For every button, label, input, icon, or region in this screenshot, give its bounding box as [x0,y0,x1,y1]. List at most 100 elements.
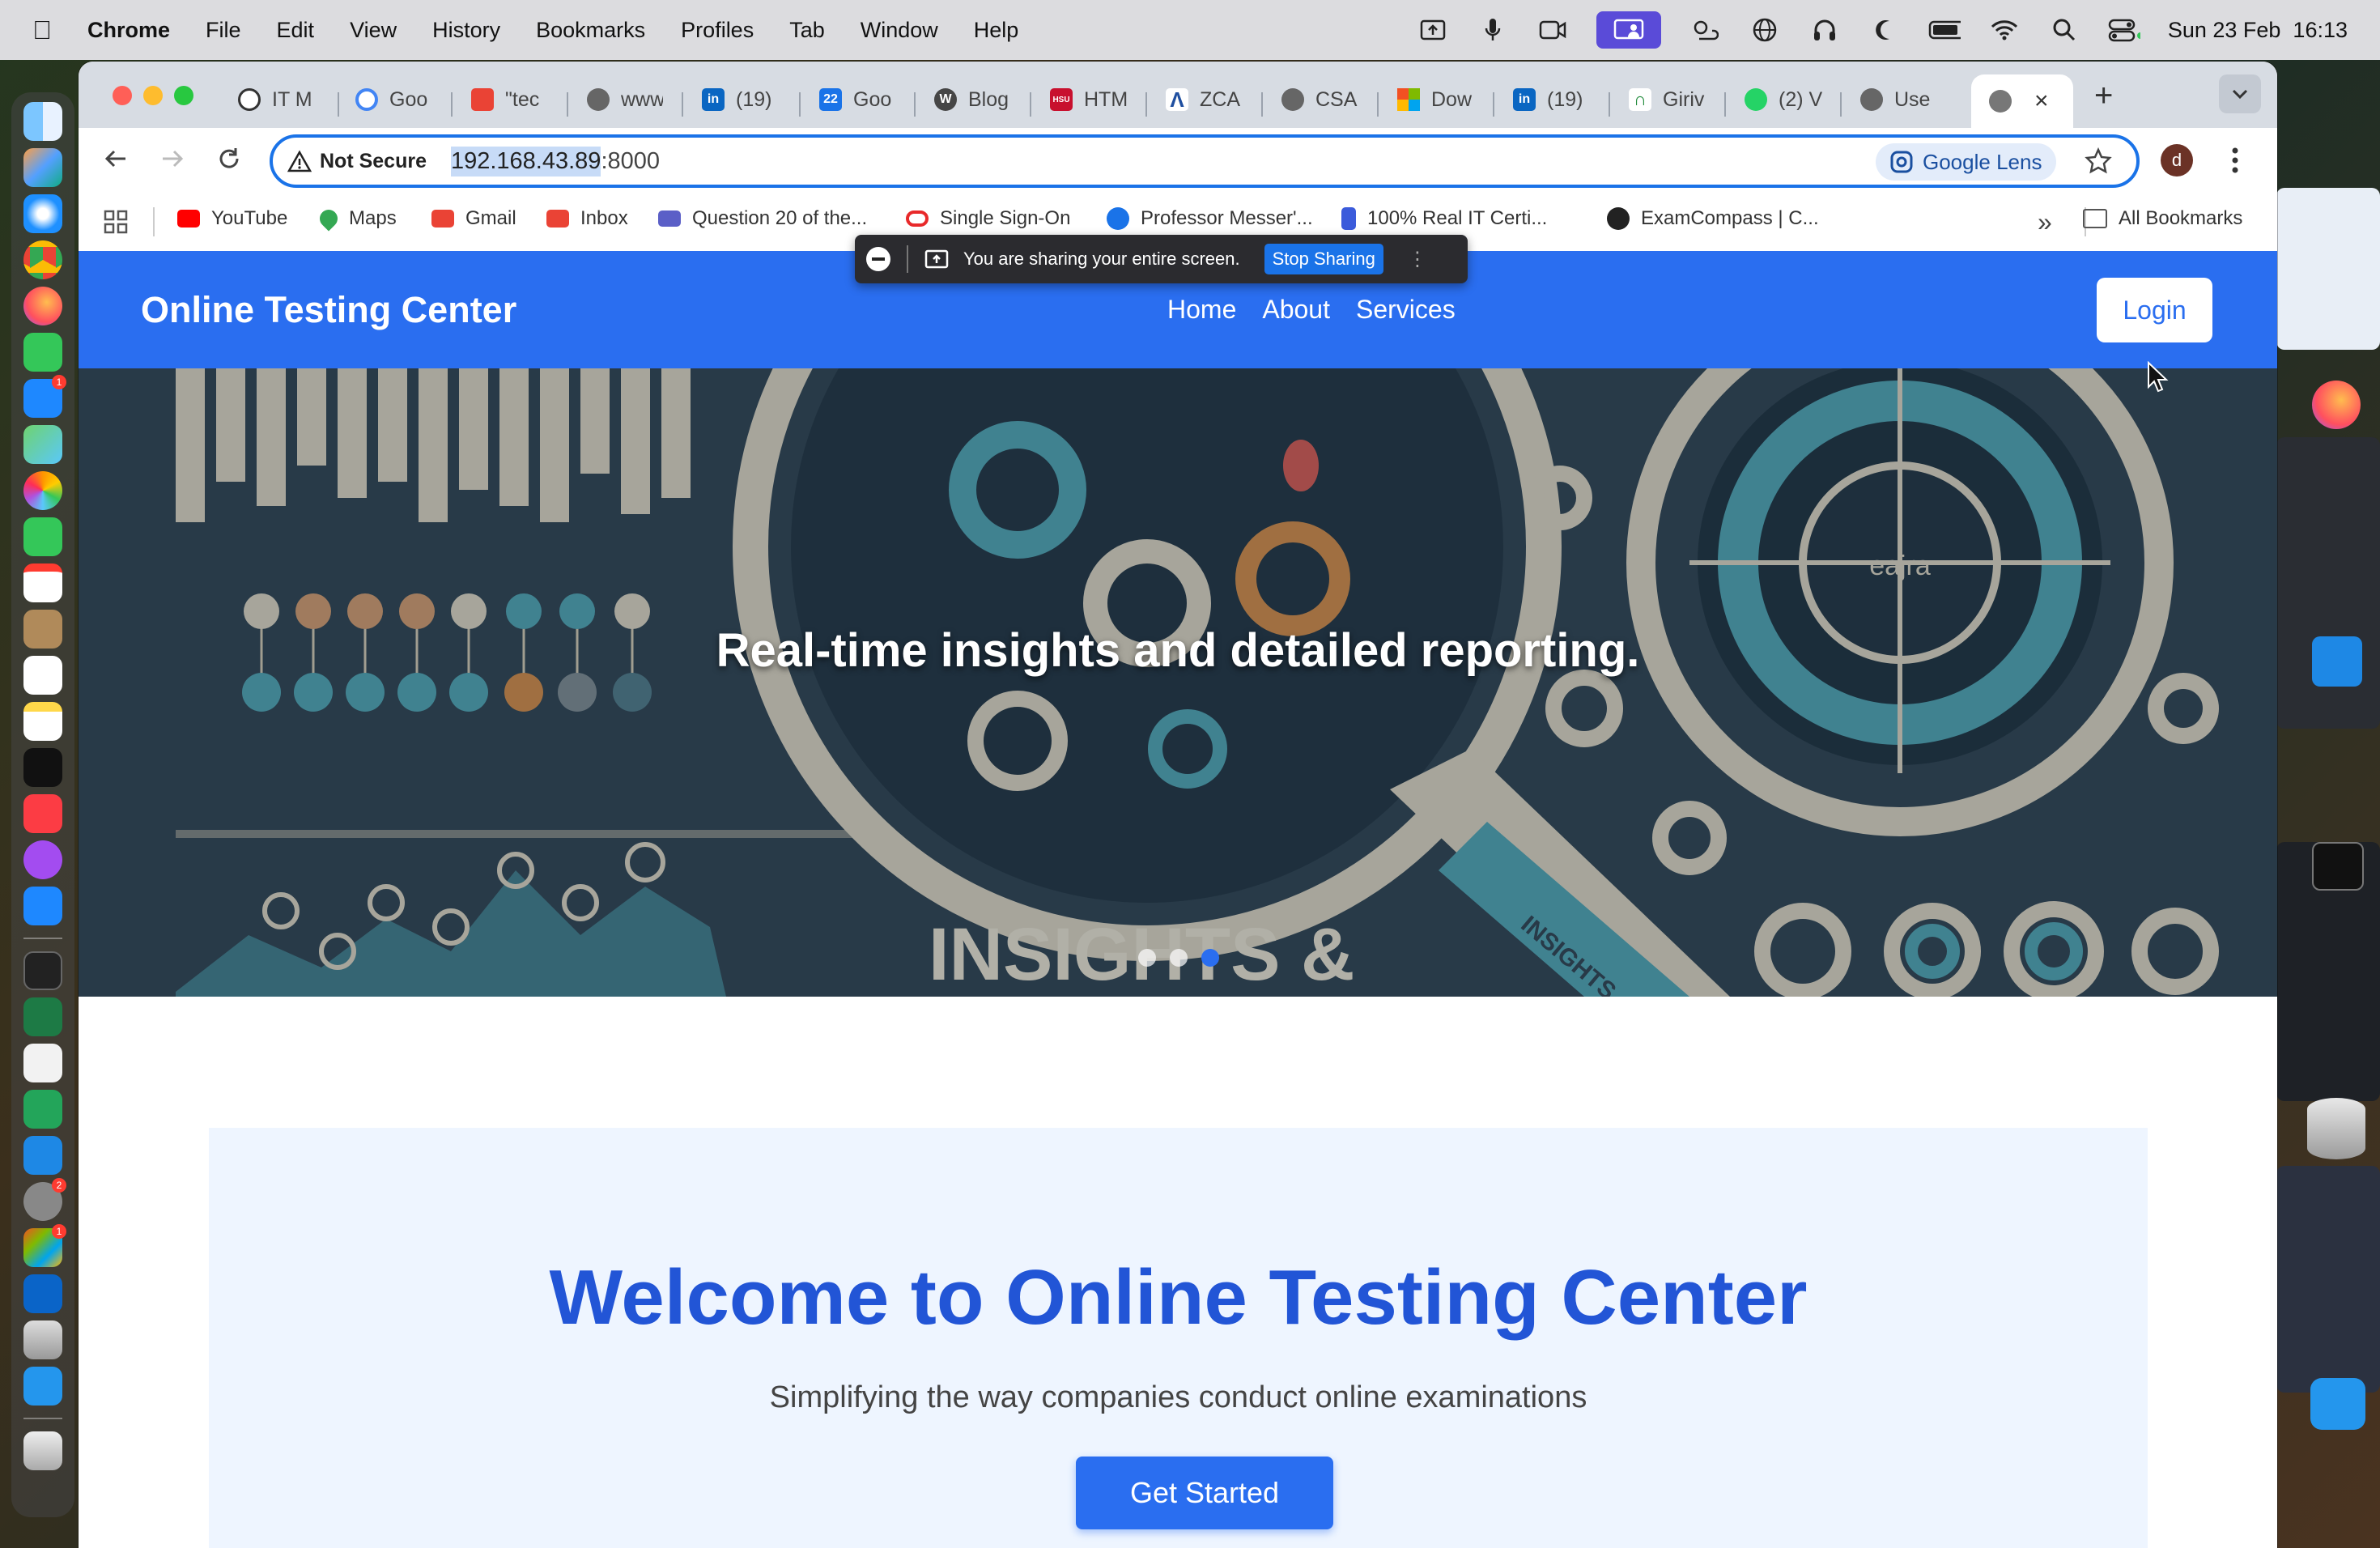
warning-icon[interactable] [287,150,312,172]
menu-bookmarks[interactable]: Bookmarks [536,18,645,43]
carousel-dot-3-active[interactable] [1201,949,1219,967]
bookmark-question[interactable]: Question 20 of the... [658,207,867,230]
notes-brown-icon[interactable] [23,610,62,649]
headphones-icon[interactable] [1808,14,1841,46]
textedit-icon[interactable] [23,1044,62,1082]
vscode-desktop-icon[interactable] [2312,636,2362,687]
drag-handle-icon[interactable]: ⋮ [1408,248,1427,271]
calendar-icon[interactable] [23,563,62,602]
docker-icon[interactable] [23,1367,62,1406]
forward-icon[interactable] [159,146,185,172]
security-label[interactable]: Not Secure [320,150,427,173]
menu-tab[interactable]: Tab [789,18,825,43]
app-store-icon[interactable] [23,887,62,925]
close-tab-icon[interactable]: × [2034,87,2049,115]
reminders-icon[interactable] [23,656,62,695]
screen-upload-icon[interactable] [1417,14,1449,46]
tab-2[interactable]: Goo [355,76,428,123]
tab-15[interactable]: Use [1860,76,1941,123]
green-app-icon[interactable] [23,1090,62,1129]
tab-12[interactable]: in (19) [1513,76,1602,123]
nav-about[interactable]: About [1262,295,1330,325]
zoom-window-button[interactable] [174,86,193,105]
screen-share-icon[interactable] [1596,11,1661,49]
spotlight-search-icon[interactable] [2048,14,2080,46]
microphone-icon[interactable] [1477,14,1509,46]
camera-icon[interactable] [1536,14,1569,46]
tab-active[interactable]: × [1971,74,2073,128]
close-window-button[interactable] [113,86,132,105]
tab-4[interactable]: www [587,76,663,123]
tab-7[interactable]: W Blog [934,76,1019,123]
all-bookmarks[interactable]: All Bookmarks [2083,207,2242,230]
nav-services[interactable]: Services [1356,295,1456,325]
terminal-desktop-icon[interactable] [2312,842,2364,891]
safari-icon[interactable] [23,194,62,233]
maps-icon[interactable] [23,425,62,464]
bookmark-sso[interactable]: Single Sign-On [906,207,1070,230]
bookmark-gmail[interactable]: Gmail [431,207,516,230]
address-bar[interactable]: Not Secure 192.168.43.89 :8000 Google Le… [270,134,2140,188]
minimize-share-icon[interactable] [866,247,890,271]
trash-icon[interactable] [23,1431,62,1470]
minimize-window-button[interactable] [143,86,163,105]
bookmark-inbox[interactable]: Inbox [546,207,628,230]
tab-8[interactable]: HSU HTM [1050,76,1131,123]
bookmark-examcompass[interactable]: ExamCompass | C... [1607,207,1819,230]
bookmark-real-it[interactable]: 100% Real IT Certi... [1341,207,1547,230]
kebab-menu-icon[interactable] [2230,144,2240,176]
notes-icon[interactable] [23,702,62,741]
menu-help[interactable]: Help [974,18,1019,43]
tab-10[interactable]: CSA [1281,76,1362,123]
apple-icon[interactable]:  [32,15,52,45]
facetime-icon[interactable] [23,517,62,556]
login-button[interactable]: Login [2097,278,2212,342]
excel-icon[interactable] [23,997,62,1036]
url-port[interactable]: :8000 [601,148,660,175]
tab-3[interactable]: "tec [471,76,544,123]
tab-14[interactable]: (2) V [1745,76,1825,123]
mail-icon[interactable]: 1 [23,375,66,418]
podcasts-icon[interactable] [23,840,62,879]
photos-icon[interactable] [23,471,62,510]
database-icon[interactable] [23,1320,62,1359]
tab-1[interactable]: IT M [238,76,311,123]
apps-grid-icon[interactable] [103,209,129,235]
bookmark-maps[interactable]: Maps [316,206,397,232]
clock[interactable]: Sun 23 Feb 16:13 [2168,18,2348,43]
tab-search-button[interactable] [2219,74,2261,113]
vscode-icon[interactable] [23,1136,62,1175]
bookmark-youtube[interactable]: YouTube [177,207,287,230]
firefox-icon[interactable] [23,287,62,325]
docker-desktop-icon[interactable] [2310,1378,2365,1430]
database-desktop-icon[interactable] [2307,1098,2365,1159]
site-brand[interactable]: Online Testing Center [141,251,516,368]
get-started-button[interactable]: Get Started [1076,1457,1333,1529]
profile-avatar[interactable]: d [2161,144,2193,176]
back-icon[interactable] [103,146,129,172]
google-lens-button[interactable]: Google Lens [1876,143,2057,181]
menu-profiles[interactable]: Profiles [681,18,754,43]
menu-history[interactable]: History [432,18,500,43]
wifi-icon[interactable] [1988,14,2021,46]
messages-icon[interactable] [23,333,62,372]
nav-home[interactable]: Home [1167,295,1236,325]
tab-11[interactable]: Dow [1397,76,1478,123]
chrome-icon[interactable] [23,240,62,279]
tab-5[interactable]: in (19) [702,76,791,123]
carousel-dot-2[interactable] [1170,949,1188,967]
globe-icon[interactable] [1749,14,1781,46]
launchpad-icon[interactable] [23,148,62,187]
reload-icon[interactable] [216,146,242,172]
bookmark-professor-messer[interactable]: Professor Messer'... [1107,207,1313,230]
tab-9[interactable]: Λ ZCA [1166,76,1247,123]
menu-edit[interactable]: Edit [277,18,315,43]
system-settings-icon[interactable]: 2 [23,1178,66,1221]
menu-file[interactable]: File [206,18,241,43]
bookmark-star-icon[interactable] [2085,147,2112,175]
stop-sharing-button[interactable]: Stop Sharing [1264,244,1383,274]
tab-6[interactable]: 22 Goo [819,76,896,123]
moon-icon[interactable] [1868,14,1901,46]
firefox-desktop-icon[interactable] [2312,381,2361,429]
url-host[interactable]: 192.168.43.89 [450,146,601,176]
